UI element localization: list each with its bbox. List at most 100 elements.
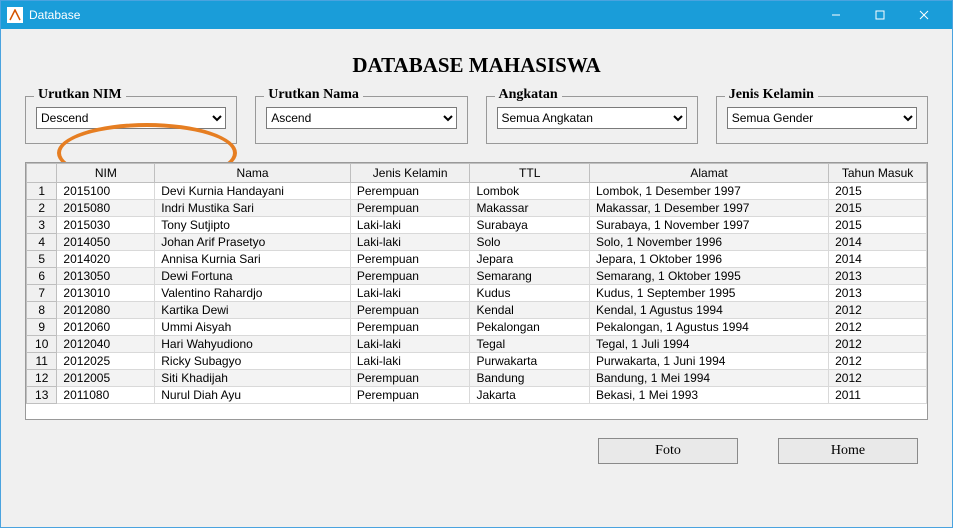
cell-jk: Perempuan	[350, 387, 470, 404]
cell-ttl: Makassar	[470, 200, 590, 217]
foto-button[interactable]: Foto	[598, 438, 738, 464]
table-row[interactable]: 112012025Ricky SubagyoLaki-lakiPurwakart…	[27, 353, 927, 370]
filters-row: Urutkan NIM Descend Urutkan Nama Ascend …	[25, 96, 928, 144]
content-area: DATABASE MAHASISWA Urutkan NIM Descend U…	[1, 29, 952, 527]
cell-ttl: Lombok	[470, 183, 590, 200]
cell-tm: 2015	[829, 183, 927, 200]
header-nama[interactable]: Nama	[155, 164, 351, 183]
cell-tm: 2011	[829, 387, 927, 404]
cell-alamat: Solo, 1 November 1996	[590, 234, 829, 251]
cell-jk: Perempuan	[350, 200, 470, 217]
cell-alamat: Makassar, 1 Desember 1997	[590, 200, 829, 217]
data-table-wrap: NIM Nama Jenis Kelamin TTL Alamat Tahun …	[25, 162, 928, 420]
table-row[interactable]: 32015030Tony SutjiptoLaki-lakiSurabayaSu…	[27, 217, 927, 234]
cell-ttl: Jepara	[470, 251, 590, 268]
cell-nim: 2012080	[57, 302, 155, 319]
cell-jk: Laki-laki	[350, 234, 470, 251]
cell-nim: 2012005	[57, 370, 155, 387]
cell-ttl: Kendal	[470, 302, 590, 319]
cell-rownum: 6	[27, 268, 57, 285]
cell-nama: Siti Khadijah	[155, 370, 351, 387]
jenis-kelamin-select[interactable]: Semua Gender	[727, 107, 917, 129]
cell-nama: Johan Arif Prasetyo	[155, 234, 351, 251]
cell-nim: 2013010	[57, 285, 155, 302]
cell-nama: Annisa Kurnia Sari	[155, 251, 351, 268]
cell-rownum: 5	[27, 251, 57, 268]
cell-tm: 2012	[829, 319, 927, 336]
minimize-button[interactable]	[814, 1, 858, 29]
cell-nama: Nurul Diah Ayu	[155, 387, 351, 404]
cell-nama: Ricky Subagyo	[155, 353, 351, 370]
cell-alamat: Kudus, 1 September 1995	[590, 285, 829, 302]
cell-rownum: 12	[27, 370, 57, 387]
cell-jk: Perempuan	[350, 302, 470, 319]
table-header-row: NIM Nama Jenis Kelamin TTL Alamat Tahun …	[27, 164, 927, 183]
cell-alamat: Purwakarta, 1 Juni 1994	[590, 353, 829, 370]
table-row[interactable]: 92012060Ummi AisyahPerempuanPekalonganPe…	[27, 319, 927, 336]
cell-nama: Valentino Rahardjo	[155, 285, 351, 302]
cell-nim: 2013050	[57, 268, 155, 285]
urutkan-nim-select[interactable]: Descend	[36, 107, 226, 129]
angkatan-select[interactable]: Semua Angkatan	[497, 107, 687, 129]
filter-urutkan-nama: Urutkan Nama Ascend	[255, 96, 467, 144]
cell-ttl: Solo	[470, 234, 590, 251]
header-alamat[interactable]: Alamat	[590, 164, 829, 183]
cell-nim: 2014050	[57, 234, 155, 251]
table-row[interactable]: 122012005Siti KhadijahPerempuanBandungBa…	[27, 370, 927, 387]
cell-alamat: Tegal, 1 Juli 1994	[590, 336, 829, 353]
cell-rownum: 10	[27, 336, 57, 353]
header-rownum	[27, 164, 57, 183]
table-row[interactable]: 42014050Johan Arif PrasetyoLaki-lakiSolo…	[27, 234, 927, 251]
cell-nim: 2014020	[57, 251, 155, 268]
cell-nim: 2011080	[57, 387, 155, 404]
home-button[interactable]: Home	[778, 438, 918, 464]
cell-nama: Hari Wahyudiono	[155, 336, 351, 353]
cell-rownum: 2	[27, 200, 57, 217]
cell-ttl: Pekalongan	[470, 319, 590, 336]
filter-angkatan: Angkatan Semua Angkatan	[486, 96, 698, 144]
cell-alamat: Semarang, 1 Oktober 1995	[590, 268, 829, 285]
header-tm[interactable]: Tahun Masuk	[829, 164, 927, 183]
cell-nama: Kartika Dewi	[155, 302, 351, 319]
table-row[interactable]: 52014020Annisa Kurnia SariPerempuanJepar…	[27, 251, 927, 268]
close-button[interactable]	[902, 1, 946, 29]
cell-jk: Perempuan	[350, 370, 470, 387]
urutkan-nama-select[interactable]: Ascend	[266, 107, 456, 129]
cell-ttl: Jakarta	[470, 387, 590, 404]
table-row[interactable]: 72013010Valentino RahardjoLaki-lakiKudus…	[27, 285, 927, 302]
cell-tm: 2013	[829, 268, 927, 285]
cell-jk: Perempuan	[350, 251, 470, 268]
cell-tm: 2013	[829, 285, 927, 302]
cell-tm: 2014	[829, 234, 927, 251]
filter-label: Jenis Kelamin	[725, 87, 818, 103]
table-row[interactable]: 22015080Indri Mustika SariPerempuanMakas…	[27, 200, 927, 217]
cell-ttl: Surabaya	[470, 217, 590, 234]
cell-nama: Ummi Aisyah	[155, 319, 351, 336]
cell-nim: 2012060	[57, 319, 155, 336]
cell-alamat: Surabaya, 1 November 1997	[590, 217, 829, 234]
table-scroll[interactable]: NIM Nama Jenis Kelamin TTL Alamat Tahun …	[26, 163, 927, 419]
table-row[interactable]: 62013050Dewi FortunaPerempuanSemarangSem…	[27, 268, 927, 285]
filter-label: Urutkan Nama	[264, 87, 363, 103]
cell-jk: Laki-laki	[350, 336, 470, 353]
cell-ttl: Purwakarta	[470, 353, 590, 370]
cell-nim: 2012025	[57, 353, 155, 370]
table-row[interactable]: 82012080Kartika DewiPerempuanKendalKenda…	[27, 302, 927, 319]
header-jk[interactable]: Jenis Kelamin	[350, 164, 470, 183]
table-row[interactable]: 12015100Devi Kurnia HandayaniPerempuanLo…	[27, 183, 927, 200]
header-ttl[interactable]: TTL	[470, 164, 590, 183]
filter-label: Angkatan	[495, 87, 562, 103]
table-row[interactable]: 102012040Hari WahyudionoLaki-lakiTegalTe…	[27, 336, 927, 353]
header-nim[interactable]: NIM	[57, 164, 155, 183]
cell-jk: Perempuan	[350, 319, 470, 336]
maximize-button[interactable]	[858, 1, 902, 29]
cell-ttl: Tegal	[470, 336, 590, 353]
cell-rownum: 4	[27, 234, 57, 251]
filter-urutkan-nim: Urutkan NIM Descend	[25, 96, 237, 144]
cell-nim: 2015100	[57, 183, 155, 200]
cell-tm: 2015	[829, 200, 927, 217]
cell-jk: Laki-laki	[350, 353, 470, 370]
page-title: DATABASE MAHASISWA	[25, 53, 928, 78]
cell-rownum: 11	[27, 353, 57, 370]
table-row[interactable]: 132011080Nurul Diah AyuPerempuanJakartaB…	[27, 387, 927, 404]
